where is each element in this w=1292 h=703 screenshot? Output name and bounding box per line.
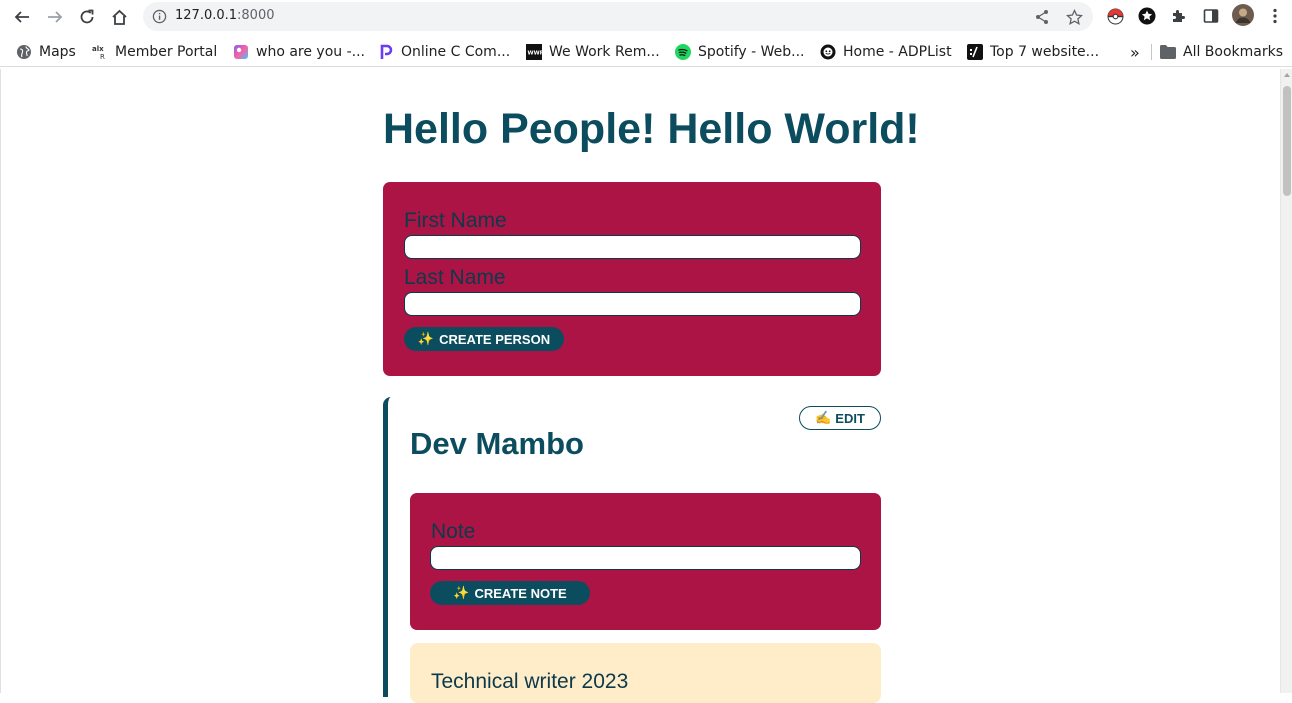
bookmark-label: Online C Com... bbox=[401, 44, 511, 60]
wwr-icon: WWR bbox=[526, 44, 542, 60]
page-title: Hello People! Hello World! bbox=[383, 105, 920, 153]
address-bar[interactable]: 127.0.0.1:8000 bbox=[143, 2, 1093, 31]
bookmarks-divider bbox=[1151, 44, 1152, 60]
bookmark-label: Home - ADPList bbox=[843, 44, 952, 60]
circle-star-icon bbox=[1138, 7, 1156, 25]
gradient-shape-icon bbox=[233, 44, 249, 60]
svg-text:WWR: WWR bbox=[528, 51, 543, 57]
home-icon bbox=[111, 9, 127, 25]
bookmark-who-are-you[interactable]: who are you -... bbox=[233, 41, 365, 63]
extensions-button[interactable] bbox=[1168, 5, 1190, 27]
sparkles-icon: ✨ bbox=[417, 331, 435, 346]
bookmark-label: Maps bbox=[39, 44, 76, 60]
home-button[interactable] bbox=[106, 4, 132, 30]
globe-icon bbox=[16, 44, 32, 60]
svg-text:alx: alx bbox=[92, 45, 104, 53]
last-name-input[interactable] bbox=[404, 292, 861, 316]
create-person-form: First Name Last Name ✨ CREATE PERSON bbox=[383, 182, 881, 376]
bookmarks-overflow-button[interactable]: » bbox=[1130, 41, 1140, 63]
all-bookmarks-button[interactable]: All Bookmarks bbox=[1160, 41, 1283, 63]
browser-menu-button[interactable] bbox=[1264, 5, 1286, 27]
create-person-button[interactable]: ✨ CREATE PERSON bbox=[404, 327, 564, 351]
forward-button[interactable] bbox=[42, 4, 68, 30]
side-panel-button[interactable] bbox=[1200, 5, 1222, 27]
vertical-scrollbar[interactable] bbox=[1280, 69, 1292, 693]
more-vertical-icon bbox=[1273, 8, 1277, 24]
pokeball-icon bbox=[1107, 8, 1123, 24]
bookmark-maps[interactable]: Maps bbox=[16, 41, 76, 63]
browser-toolbar: 127.0.0.1:8000 bbox=[0, 0, 1292, 33]
bookmark-label: Spotify - Web... bbox=[698, 44, 805, 60]
url-port: :8000 bbox=[237, 8, 275, 23]
adplist-icon bbox=[820, 44, 836, 60]
scroll-up-arrow-icon[interactable] bbox=[1284, 73, 1290, 77]
create-person-label: CREATE PERSON bbox=[439, 331, 551, 347]
note-label: Note bbox=[431, 520, 476, 543]
info-icon[interactable] bbox=[152, 9, 167, 24]
star-icon bbox=[1065, 8, 1083, 25]
person-name: Dev Mambo bbox=[410, 426, 584, 461]
bookmark-online-c-compiler[interactable]: Online C Com... bbox=[378, 41, 510, 63]
reload-button[interactable] bbox=[74, 4, 100, 30]
avatar bbox=[1232, 4, 1254, 26]
puzzle-icon bbox=[1173, 10, 1185, 22]
slash-logo-icon bbox=[967, 44, 983, 60]
first-name-label: First Name bbox=[404, 209, 507, 232]
share-icon bbox=[1036, 10, 1048, 24]
back-button[interactable] bbox=[9, 4, 35, 30]
edit-label: EDIT bbox=[835, 410, 865, 426]
page-viewport: Hello People! Hello World! First Name La… bbox=[0, 69, 1292, 703]
bookmark-adplist[interactable]: Home - ADPList bbox=[820, 41, 952, 63]
url-text: 127.0.0.1:8000 bbox=[175, 8, 275, 23]
first-name-input[interactable] bbox=[404, 235, 861, 259]
scrollbar-thumb[interactable] bbox=[1283, 86, 1291, 196]
spotify-icon bbox=[675, 44, 691, 60]
edit-person-button[interactable]: ✍️ EDIT bbox=[799, 406, 881, 430]
chevron-double-right-icon: » bbox=[1130, 42, 1140, 62]
arrow-right-icon bbox=[48, 11, 63, 23]
create-note-label: CREATE NOTE bbox=[474, 585, 567, 601]
bookmark-spotify[interactable]: Spotify - Web... bbox=[675, 41, 805, 63]
arrow-left-icon bbox=[14, 11, 29, 23]
svg-text:R: R bbox=[100, 53, 105, 60]
sparkles-icon: ✨ bbox=[453, 585, 470, 600]
profile-button[interactable] bbox=[1231, 3, 1255, 27]
note-text: Technical writer 2023 bbox=[431, 670, 629, 693]
reload-icon bbox=[80, 9, 94, 24]
all-bookmarks-label: All Bookmarks bbox=[1183, 44, 1284, 60]
writing-hand-icon: ✍️ bbox=[815, 410, 832, 425]
bookmark-label: Top 7 website... bbox=[990, 44, 1100, 60]
bookmark-label: who are you -... bbox=[256, 44, 366, 60]
note-card: Technical writer 2023 bbox=[410, 643, 881, 703]
bookmark-top-7-websites[interactable]: Top 7 website... bbox=[967, 41, 1099, 63]
note-input[interactable] bbox=[430, 546, 861, 570]
bookmark-star-button[interactable] bbox=[1064, 7, 1084, 27]
bookmark-member-portal[interactable]: alx R Member Portal bbox=[92, 41, 217, 63]
bookmark-we-work-remotely[interactable]: WWR We Work Rem... bbox=[526, 41, 660, 63]
share-button[interactable] bbox=[1032, 7, 1052, 27]
circle-star-extension-button[interactable] bbox=[1136, 5, 1158, 27]
bookmark-label: Member Portal bbox=[115, 44, 218, 60]
url-host: 127.0.0.1 bbox=[175, 8, 238, 23]
last-name-label: Last Name bbox=[404, 266, 506, 289]
bookmark-label: We Work Rem... bbox=[549, 44, 660, 60]
create-note-form: Note ✨ CREATE NOTE bbox=[410, 493, 881, 630]
alx-icon: alx R bbox=[92, 44, 108, 60]
bookmarks-bar: Maps alx R Member Portal who are you -...… bbox=[0, 36, 1292, 67]
replit-p-icon bbox=[378, 44, 394, 60]
pokeball-extension-button[interactable] bbox=[1104, 5, 1126, 27]
side-panel-icon bbox=[1203, 9, 1219, 23]
folder-icon bbox=[1160, 44, 1176, 60]
create-note-button[interactable]: ✨ CREATE NOTE bbox=[430, 581, 590, 605]
